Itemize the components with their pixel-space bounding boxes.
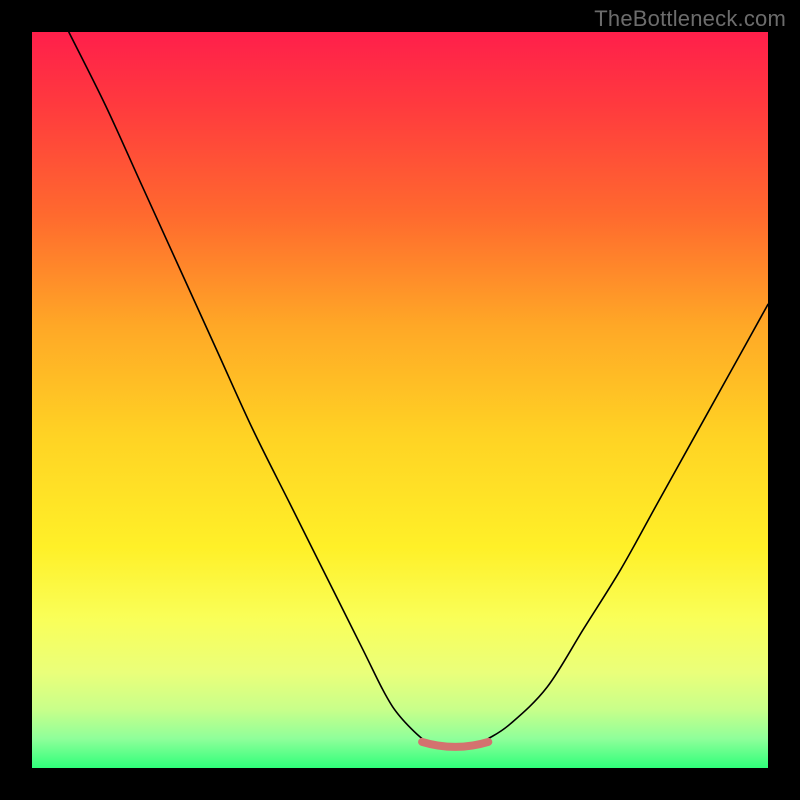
chart-frame: TheBottleneck.com <box>0 0 800 800</box>
curve-svg <box>32 32 768 768</box>
bottleneck-curve <box>69 32 768 746</box>
plot-area <box>32 32 768 768</box>
trough-cap <box>422 742 488 747</box>
watermark-text: TheBottleneck.com <box>594 6 786 32</box>
